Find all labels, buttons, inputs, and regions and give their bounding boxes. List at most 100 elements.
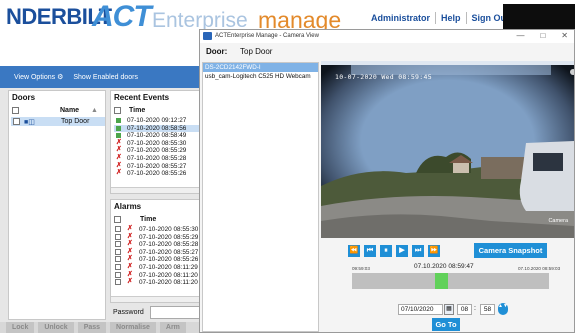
alarm-row[interactable]: ✗ 07-10-2020 08:11:20 (114, 278, 200, 287)
alarm-icon: ✗ (127, 270, 133, 278)
video-feed[interactable]: 10-07-2020 Wed 08:59:45 Camera (321, 61, 574, 238)
select-all-events-checkbox[interactable] (114, 107, 121, 114)
doors-header: Name ▲ (12, 107, 104, 114)
timeline-end-label: 07.10.2020 08:59:03 (518, 266, 561, 271)
camera-list: DS-2CD2142FWD-I usb_cam-Logitech C525 HD… (202, 62, 319, 332)
video-timestamp: 10-07-2020 Wed 08:59:45 (335, 73, 432, 81)
door-checkbox[interactable] (13, 118, 20, 125)
alarm-icon: ✗ (127, 255, 133, 263)
doors-name-header[interactable]: Name (60, 107, 79, 114)
recent-events-panel: Recent Events Time 07-10-2020 09:12:27 07… (110, 90, 201, 194)
skip-forward-icon[interactable]: ⏭ (412, 245, 424, 257)
alarms-panel: Alarms Time ✗ 07-10-2020 08:55:30 ✗ 07-10-2… (110, 199, 201, 303)
event-alarm-icon: ✗ (116, 169, 122, 177)
view-bar: View Options ⚙ Show Enabled doors (0, 66, 201, 88)
event-row[interactable]: ✗ 07-10-2020 08:55:27 (114, 161, 200, 171)
app-icon (203, 32, 212, 40)
date-input[interactable]: 07/10/2020 (398, 304, 443, 315)
skip-back-icon[interactable]: ⏮ (364, 245, 376, 257)
door-label: Door: (206, 47, 228, 56)
event-time: 07-10-2020 08:55:30 (127, 139, 187, 147)
event-row[interactable]: 07-10-2020 09:12:27 (114, 117, 200, 125)
command-bar: Lock Unlock Pass Normalise Arm (0, 322, 201, 333)
pass-button[interactable]: Pass (77, 322, 107, 333)
events-scrollbar[interactable] (111, 187, 200, 193)
event-row[interactable]: 07-10-2020 08:58:56 (114, 124, 200, 133)
view-options-label: View Options (14, 74, 56, 81)
alarm-checkbox[interactable] (115, 256, 121, 263)
camera-list-item[interactable]: DS-2CD2142FWD-I (203, 63, 318, 72)
alarm-checkbox[interactable] (115, 271, 121, 278)
timeline-position-marker[interactable] (435, 273, 448, 289)
recent-events-title: Recent Events (114, 93, 170, 102)
play-icon[interactable]: ▶ (396, 245, 408, 257)
window-title: ACTEnterprise Manage - Camera View (215, 33, 319, 39)
minimize-icon[interactable]: — (516, 31, 524, 40)
event-row[interactable]: ✗ 07-10-2020 08:55:29 (114, 146, 200, 155)
calendar-icon[interactable]: ▦ (444, 304, 454, 315)
timeline-current-time: 07.10.2020 08:59:47 (414, 263, 474, 270)
go-to-button[interactable]: Go To (432, 318, 460, 331)
password-input[interactable] (150, 306, 200, 319)
door-row[interactable]: ■◫ Top Door (11, 117, 105, 126)
time-separator: : (474, 305, 476, 312)
video-camera-label: Camera (548, 218, 568, 224)
fast-forward-icon[interactable]: ⏩ (428, 245, 440, 257)
doors-panel: Doors Name ▲ ■◫ Top Door (8, 90, 106, 320)
event-row[interactable]: ✗ 07-10-2020 08:55:26 (114, 169, 200, 178)
camera-snapshot-button[interactable]: Camera Snapshot (474, 243, 547, 258)
alarm-checkbox[interactable] (115, 263, 121, 270)
spinner-icon[interactable]: ▲▼ (498, 303, 508, 315)
timeline-track[interactable] (352, 273, 549, 289)
camera-list-item[interactable]: usb_cam-Logitech C525 HD Webcam (203, 72, 318, 81)
event-row[interactable]: ✗ 07-10-2020 08:55:30 (114, 138, 200, 148)
door-value: Top Door (240, 47, 273, 56)
maximize-icon[interactable]: □ (540, 31, 545, 40)
video-frame (321, 61, 574, 238)
select-all-alarms-checkbox[interactable] (114, 216, 121, 223)
alarm-icon: ✗ (127, 240, 133, 248)
event-row[interactable]: ✗ 07-10-2020 08:55:28 (114, 153, 200, 163)
event-alarm-icon: ✗ (116, 153, 122, 161)
select-all-doors-checkbox[interactable] (12, 107, 19, 114)
event-time: 07-10-2020 08:55:26 (127, 170, 187, 178)
view-options-button[interactable]: View Options ⚙ (14, 73, 63, 81)
alarms-time-header[interactable]: Time (140, 216, 156, 223)
header-dark-panel (503, 4, 575, 32)
pause-icon[interactable]: ⏸ (380, 245, 392, 257)
alarms-list: ✗ 07-10-2020 08:55:30 ✗ 07-10-2020 08:55:29… (114, 225, 200, 287)
recent-events-header: Time (114, 107, 200, 114)
alarm-checkbox[interactable] (115, 248, 121, 255)
event-row[interactable]: 07-10-2020 08:58:49 (114, 132, 200, 140)
unlock-button[interactable]: Unlock (38, 322, 74, 333)
alarm-checkbox[interactable] (115, 279, 121, 286)
help-link[interactable]: Help (436, 12, 467, 24)
alarm-time: 07-10-2020 08:55:28 (139, 241, 199, 249)
close-icon[interactable]: ✕ (561, 31, 568, 40)
playback-controls: ⏪ ⏮ ⏸ ▶ ⏭ ⏩ (348, 245, 440, 257)
minute-input[interactable]: 58 (480, 304, 495, 315)
alarm-icon: ✗ (127, 232, 133, 240)
administrator-link[interactable]: Administrator (366, 12, 437, 24)
window-controls: — □ ✕ (516, 31, 568, 40)
alarm-checkbox[interactable] (115, 226, 121, 232)
event-alarm-icon: ✗ (116, 138, 122, 146)
alarm-icon: ✗ (127, 247, 133, 255)
alarm-checkbox[interactable] (115, 241, 121, 248)
hour-input[interactable]: 08 (457, 304, 472, 315)
arm-button[interactable]: Arm (159, 322, 186, 333)
gear-icon: ⚙ (57, 74, 64, 81)
events-time-header[interactable]: Time (129, 107, 145, 114)
sort-asc-icon[interactable]: ▲ (91, 107, 98, 114)
timeline-start-label: 09:59:03 (352, 266, 370, 271)
normalise-button[interactable]: Normalise (110, 322, 156, 333)
show-enabled-doors-button[interactable]: Show Enabled doors (73, 74, 138, 81)
event-success-icon (116, 125, 121, 131)
alarms-scrollbar[interactable] (111, 296, 200, 302)
event-alarm-icon: ✗ (116, 161, 122, 169)
alarm-time: 07-10-2020 08:11:20 (139, 279, 198, 287)
lock-button[interactable]: Lock (6, 322, 35, 333)
alarm-checkbox[interactable] (115, 233, 121, 240)
rewind-icon[interactable]: ⏪ (348, 245, 360, 257)
window-titlebar[interactable]: ACTEnterprise Manage - Camera View — □ ✕ (200, 30, 574, 43)
